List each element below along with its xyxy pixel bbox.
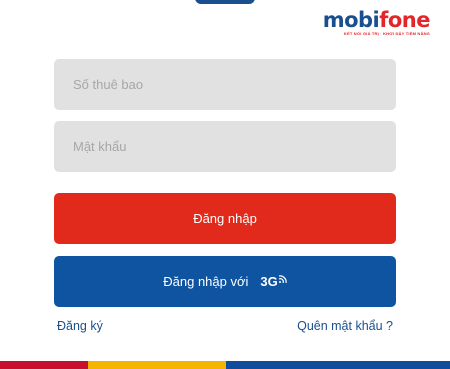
password-input[interactable] [54,121,396,172]
footer-bar-blue [226,361,450,369]
forgot-password-link[interactable]: Quên mật khẩu ? [297,319,393,333]
logo-word-mobi: mobi [322,8,380,32]
register-link[interactable]: Đăng ký [57,319,103,333]
3g-text: 3G [260,274,278,289]
login-button[interactable]: Đăng nhập [54,193,396,244]
login-button-label: Đăng nhập [193,211,257,226]
footer-color-bar [0,361,450,369]
signal-icon [278,275,287,283]
top-header-tab [195,0,255,4]
footer-bar-yellow [88,361,226,369]
subscriber-number-input[interactable] [54,59,396,110]
logo-word-fone: fone [379,8,430,32]
login-with-3g-button[interactable]: Đăng nhập với 3G [54,256,396,307]
mobifone-logo: mobifone KẾT NỐI GIÁ TRỊ · KHƠI DẬY TIỀM… [322,8,431,36]
logo-wordmark: mobifone [322,8,431,32]
footer-bar-red [0,361,88,369]
login-3g-label: Đăng nhập với [163,274,249,289]
3g-badge: 3G [260,274,287,289]
